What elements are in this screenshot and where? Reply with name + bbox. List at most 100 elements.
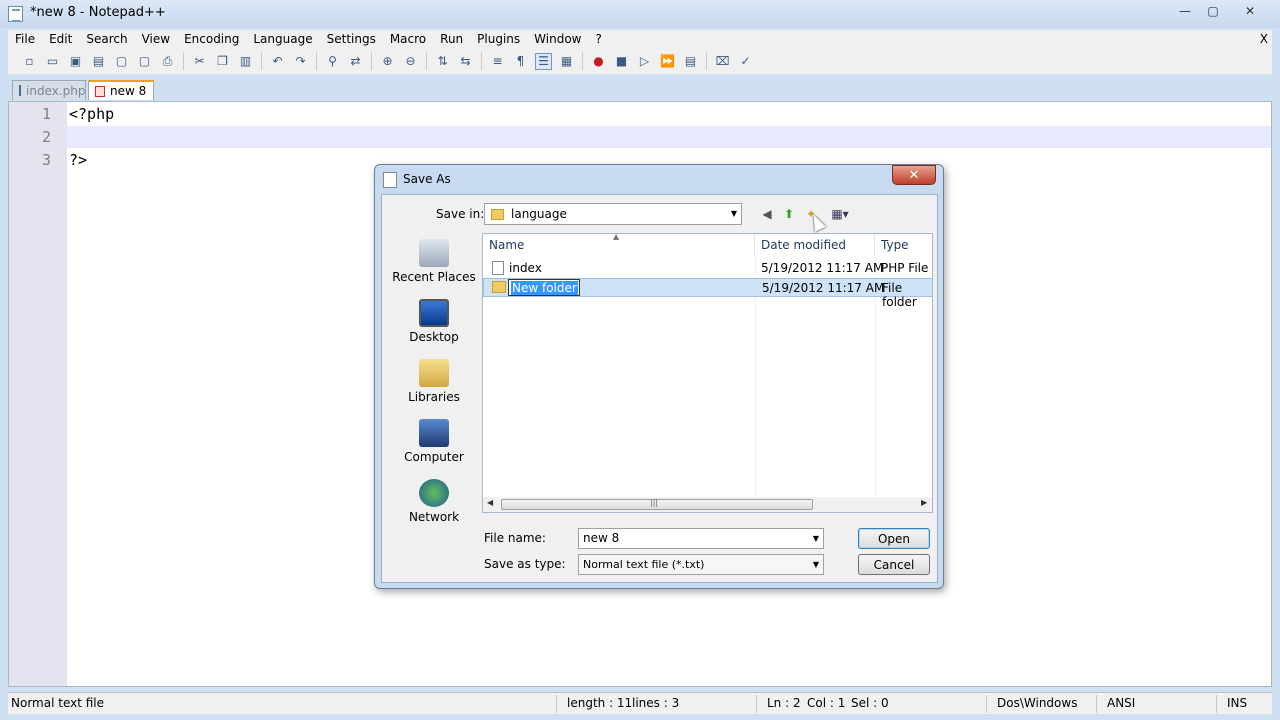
dialog-close-button[interactable]: ✕ [892,165,936,185]
redo-icon[interactable]: ↷ [292,53,309,70]
line-number: 3 [41,151,51,169]
zoom-out-icon[interactable]: ⊖ [402,53,419,70]
status-file-type: Normal text file [11,696,105,710]
scroll-right-arrow[interactable]: ▶ [921,498,927,507]
status-lines: lines : 3 [632,696,680,710]
file-date: 5/19/2012 11:17 AM [761,261,884,275]
save-macro-icon[interactable]: ▤ [682,53,699,70]
dialog-title: Save As [403,172,451,186]
sort-ascending-icon: ▲ [613,233,620,241]
close-icon[interactable]: ▢ [113,53,130,70]
play-macro-icon[interactable]: ▷ [636,53,653,70]
line-number: 2 [41,128,51,146]
column-header-type[interactable]: Type [875,234,932,256]
horizontal-scrollbar[interactable]: ◀ ||| ▶ [483,497,932,512]
column-header-name[interactable]: Name ▲ [483,234,755,256]
chevron-down-icon[interactable]: ▼ [813,534,819,543]
word-wrap-icon[interactable]: ≡ [489,53,506,70]
close-window-button[interactable]: ✕ [1228,2,1272,20]
column-header-date-modified[interactable]: Date modified [755,234,875,256]
menu-run[interactable]: Run [433,30,470,48]
save-all-icon[interactable]: ▤ [90,53,107,70]
save-icon[interactable]: ▣ [67,53,84,70]
maximize-button[interactable]: ▢ [1200,2,1226,20]
status-divider [756,695,757,713]
find-icon[interactable]: ⚲ [324,53,341,70]
open-button[interactable]: Open [858,528,930,549]
undo-icon[interactable]: ↶ [269,53,286,70]
indent-guide-icon[interactable]: ☰ [535,52,552,70]
menu-search[interactable]: Search [79,30,134,48]
status-divider [556,695,557,713]
toolbar-separator [183,52,184,70]
paste-icon[interactable]: ▥ [237,53,254,70]
print-icon[interactable]: ⎙ [159,53,176,70]
file-row-new-folder[interactable]: New folder 5/19/2012 11:17 AM File folde… [483,278,932,309]
status-encoding: ANSI [1107,696,1136,710]
sync-horizontal-icon[interactable]: ⇆ [457,53,474,70]
php-file-icon [492,261,504,275]
menu-window[interactable]: Window [527,30,588,48]
doc-map-icon[interactable]: ▦ [558,53,575,70]
menu-bar: File Edit Search View Encoding Language … [8,30,1272,48]
status-bar: Normal text file length : 11 lines : 3 L… [8,692,1272,714]
save-as-type-dropdown[interactable]: Normal text file (*.txt) ▼ [578,554,824,575]
trim-icon[interactable]: ⌧ [714,53,731,70]
status-col: Col : 1 [807,696,846,710]
place-libraries[interactable]: Libraries [388,359,480,404]
close-document-button[interactable]: X [1260,30,1268,48]
menu-view[interactable]: View [135,30,177,48]
menu-edit[interactable]: Edit [42,30,79,48]
spellcheck-icon[interactable]: ✓ [737,53,754,70]
back-button[interactable]: ◀ [758,205,776,223]
menu-file[interactable]: File [8,30,42,48]
file-row-index[interactable]: index 5/19/2012 11:17 AM PHP File [483,259,932,278]
line-number-gutter [9,102,67,686]
view-menu-button[interactable]: ▦▾ [826,205,854,223]
place-recent-places[interactable]: Recent Places [388,239,480,284]
cancel-button[interactable]: Cancel [858,554,930,575]
sync-vertical-icon[interactable]: ⇅ [434,53,451,70]
menu-language[interactable]: Language [246,30,319,48]
new-file-icon[interactable]: ▫ [21,53,38,70]
place-desktop[interactable]: Desktop [388,299,480,344]
close-all-icon[interactable]: ▢ [136,53,153,70]
open-file-icon[interactable]: ▭ [44,53,61,70]
file-name-input[interactable]: new 8 ▼ [578,528,824,549]
place-label: Libraries [408,390,460,404]
rename-input[interactable]: New folder [508,279,580,296]
chevron-down-icon: ▼ [730,209,737,218]
up-one-level-button[interactable]: ⬆ [780,205,798,223]
zoom-in-icon[interactable]: ⊕ [379,53,396,70]
status-divider [1216,695,1217,713]
record-macro-icon[interactable]: ● [590,53,607,70]
network-icon [419,479,449,507]
toolbar-separator [706,52,707,70]
save-in-dropdown[interactable]: language ▼ [484,203,742,225]
copy-icon[interactable]: ❐ [214,53,231,70]
tab-index-php[interactable]: index.php [12,80,86,100]
save-as-type-label: Save as type: [484,557,566,571]
place-computer[interactable]: Computer [388,419,480,464]
show-all-chars-icon[interactable]: ¶ [512,53,529,70]
stop-macro-icon[interactable]: ■ [613,53,630,70]
cut-icon[interactable]: ✂ [191,53,208,70]
menu-help[interactable]: ? [588,30,608,48]
folder-icon [491,208,504,220]
toolbar-separator [582,52,583,70]
scroll-thumb[interactable]: ||| [501,498,813,510]
place-network[interactable]: Network [388,479,480,524]
status-divider [986,695,987,713]
scroll-left-arrow[interactable]: ◀ [487,498,493,507]
menu-settings[interactable]: Settings [320,30,383,48]
menu-macro[interactable]: Macro [383,30,433,48]
tab-new-8[interactable]: new 8 [88,80,154,100]
menu-encoding[interactable]: Encoding [177,30,246,48]
window-title: *new 8 - Notepad++ [30,5,166,20]
replace-icon[interactable]: ⇄ [347,53,364,70]
run-macro-multiple-icon[interactable]: ⏩ [659,53,676,70]
folder-icon [492,281,506,293]
file-list[interactable]: Name ▲ Date modified Type index 5/19/201… [482,233,933,513]
menu-plugins[interactable]: Plugins [470,30,527,48]
minimize-button[interactable]: — [1172,2,1198,20]
